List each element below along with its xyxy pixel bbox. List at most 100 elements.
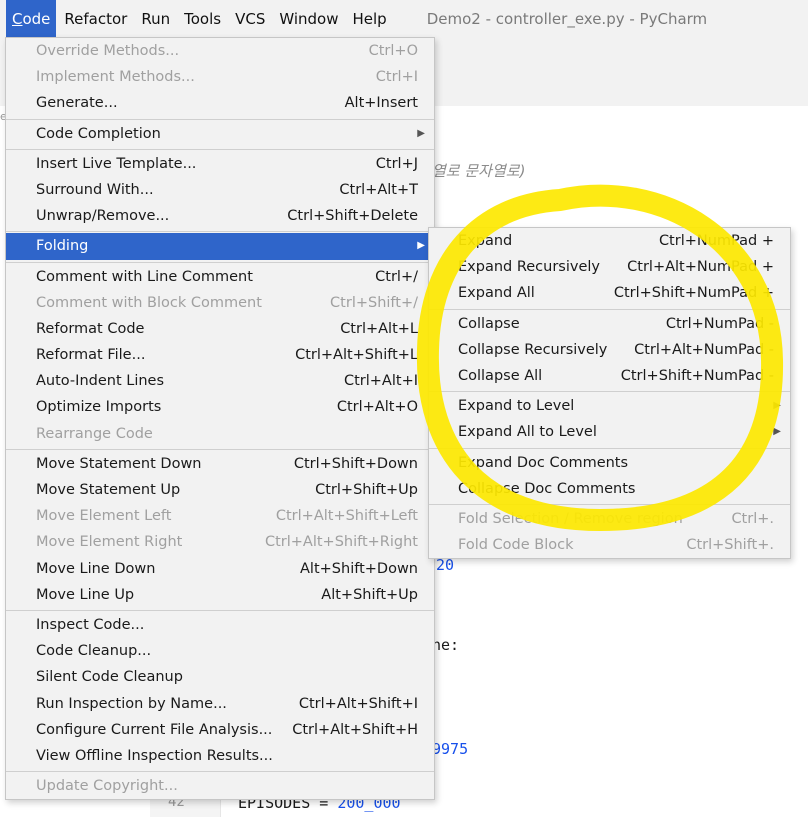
submenu-arrow-icon: ▶ [773,426,781,438]
menu-window[interactable]: Window [273,0,344,38]
menu-item-label: Collapse Doc Comments [458,480,636,497]
menu-item-label: Move Statement Up [36,482,181,498]
menu-item-surround-with[interactable]: Surround With... Ctrl+Alt+T [6,177,434,203]
menu-item-shortcut: Ctrl+Alt+Shift+L [295,347,418,364]
menu-item-comment-block[interactable]: Comment with Block Comment Ctrl+Shift+/ [6,290,434,316]
menu-code-label: ode [22,10,51,28]
menu-item-label: Expand Doc Comments [458,454,629,471]
menu-item-expand-all-to-level[interactable]: Expand All to Level ▶ [429,419,790,445]
menu-item-label: Generate... [36,95,118,112]
folding-submenu: Expand Ctrl+NumPad + Expand Recursively Ct… [428,227,791,560]
separator [429,391,790,393]
menu-item-label: Optimize Imports [36,399,162,416]
menu-item-shortcut: Alt+Shift+Up [321,586,418,603]
menu-item-expand[interactable]: Expand Ctrl+NumPad + [429,228,790,254]
menu-item-label: Move Element Right [36,534,183,551]
menu-item-collapse-doc-comments[interactable]: Collapse Doc Comments [429,476,790,502]
menu-item-collapse-recursively[interactable]: Collapse Recursively Ctrl+Alt+NumPad - [429,337,790,363]
menu-item-generate[interactable]: Generate... Alt+Insert [6,90,434,116]
menu-item-label: Update Copyright... [36,778,178,795]
separator [6,771,434,773]
menu-item-move-element-right[interactable]: Move Element Right Ctrl+Alt+Shift+Right [6,529,434,555]
menu-item-label: View Offline Inspection Results... [36,747,273,764]
menu-item-unwrap-remove[interactable]: Unwrap/Remove... Ctrl+Shift+Delete [6,203,434,229]
menu-item-label: Expand Recursively [458,259,600,276]
menu-item-reformat-file[interactable]: Reformat File... Ctrl+Alt+Shift+L [6,342,434,368]
separator [6,609,434,611]
menu-item-auto-indent[interactable]: Auto-Indent Lines Ctrl+Alt+I [6,368,434,394]
menu-item-label: Comment with Block Comment [36,294,262,311]
menu-item-label: Code Completion [36,125,161,142]
menu-item-configure-analysis[interactable]: Configure Current File Analysis... Ctrl+A… [6,717,434,743]
menu-item-comment-line[interactable]: Comment with Line Comment Ctrl+/ [6,264,434,290]
menu-refactor[interactable]: Refactor [58,0,133,38]
menu-item-code-cleanup[interactable]: Code Cleanup... [6,638,434,664]
menu-item-shortcut: Ctrl+O [368,43,418,59]
separator [6,118,434,120]
code-text-ne: ne: [432,636,460,654]
menu-item-expand-all[interactable]: Expand All Ctrl+Shift+NumPad + [429,280,790,306]
menu-item-label: Move Line Up [36,586,135,603]
menu-item-collapse-all[interactable]: Collapse All Ctrl+Shift+NumPad - [429,363,790,389]
menu-item-label: Inspect Code... [36,616,145,633]
menu-code[interactable]: Code [6,0,57,38]
menu-item-move-statement-up[interactable]: Move Statement Up Ctrl+Shift+Up [6,477,434,503]
menu-item-label: Configure Current File Analysis... [36,721,273,738]
separator [429,308,790,310]
menu-item-move-statement-down[interactable]: Move Statement Down Ctrl+Shift+Down [6,451,434,477]
submenu-arrow-icon: ▶ [417,127,425,139]
menu-item-folding[interactable]: Folding ▶ [6,233,434,260]
menu-item-shortcut: Ctrl+Alt+I [343,373,418,390]
korean-comment: 열로 문자열로) [432,162,526,180]
menu-item-move-element-left[interactable]: Move Element Left Ctrl+Alt+Shift+Left [6,503,434,529]
menu-item-label: Move Element Left [36,508,172,525]
menu-item-inspect-code[interactable]: Inspect Code... [6,612,434,638]
menu-item-offline-inspection[interactable]: View Offline Inspection Results... [6,743,434,769]
menu-item-fold-selection[interactable]: Fold Selection / Remove region Ctrl+. [429,506,790,532]
menu-item-update-copyright[interactable]: Update Copyright... [6,773,434,799]
menu-item-code-completion[interactable]: Code Completion ▶ [6,121,434,147]
menu-item-rearrange-code[interactable]: Rearrange Code [6,421,434,447]
menu-item-expand-doc-comments[interactable]: Expand Doc Comments [429,450,790,476]
menu-vcs[interactable]: VCS [229,0,271,38]
menu-item-shortcut: Ctrl+NumPad + [658,233,774,249]
menu-item-shortcut: Ctrl+Alt+Shift+Right [264,534,418,551]
menu-item-insert-live-template[interactable]: Insert Live Template... Ctrl+J [6,151,434,177]
menu-help[interactable]: Help [347,0,393,38]
menu-item-implement-methods[interactable]: Implement Methods... Ctrl+I [6,64,434,90]
menu-item-shortcut: Ctrl+Alt+NumPad + [627,259,774,276]
menu-run[interactable]: Run [135,0,176,38]
menu-item-move-line-down[interactable]: Move Line Down Alt+Shift+Down [6,556,434,582]
separator [6,231,434,233]
menu-item-expand-recursively[interactable]: Expand Recursively Ctrl+Alt+NumPad + [429,254,790,280]
menu-item-shortcut: Ctrl+I [375,69,418,86]
menu-item-shortcut: Ctrl+/ [375,268,418,285]
menu-item-label: Auto-Indent Lines [36,373,165,390]
menu-item-shortcut: Ctrl+Shift+. [686,537,774,554]
menu-item-override-methods[interactable]: Override Methods... Ctrl+O [6,38,434,64]
code-number-9975: 9975 [432,740,469,758]
menu-item-shortcut: Ctrl+Shift+Down [293,455,418,472]
menu-item-label: Unwrap/Remove... [36,208,170,225]
menu-item-collapse[interactable]: Collapse Ctrl+NumPad - [429,311,790,337]
menu-item-move-line-up[interactable]: Move Line Up Alt+Shift+Up [6,582,434,608]
window-title: Demo2 - controller_exe.py - PyCharm [426,10,708,28]
menu-bar: Code Refactor Run Tools VCS Window Help … [0,0,808,38]
menu-item-reformat-code[interactable]: Reformat Code Ctrl+Alt+L [6,316,434,342]
menu-tools[interactable]: Tools [178,0,227,38]
menu-item-shortcut: Ctrl+NumPad - [665,315,774,332]
menu-item-expand-to-level[interactable]: Expand to Level ▶ [429,393,790,419]
menu-item-shortcut: Ctrl+Shift+Up [315,482,418,498]
code-menu: Override Methods... Ctrl+O Implement Meth… [5,37,435,801]
menu-item-label: Collapse [458,315,520,332]
separator [6,261,434,263]
menu-item-silent-code-cleanup[interactable]: Silent Code Cleanup [6,664,434,690]
menu-item-run-inspection[interactable]: Run Inspection by Name... Ctrl+Alt+Shift+… [6,691,434,717]
menu-item-shortcut: Ctrl+Alt+L [340,320,418,337]
menu-item-shortcut: Alt+Insert [344,95,418,112]
menu-item-fold-code-block[interactable]: Fold Code Block Ctrl+Shift+. [429,532,790,558]
menu-item-label: Implement Methods... [36,69,195,86]
menu-item-label: Comment with Line Comment [36,268,253,285]
menu-item-shortcut: Ctrl+Alt+O [336,399,418,416]
menu-item-optimize-imports[interactable]: Optimize Imports Ctrl+Alt+O [6,394,434,420]
